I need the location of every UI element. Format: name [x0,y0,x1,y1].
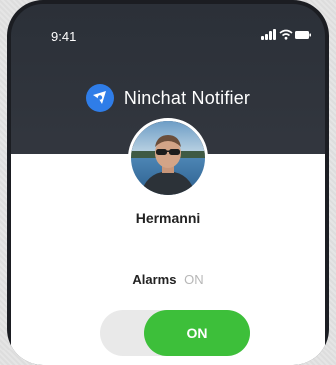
alarms-status: ON [184,272,204,287]
alarms-label: Alarms [132,272,177,287]
signal-icon [273,29,276,40]
signal-icon [265,34,268,40]
battery-icon [295,31,311,39]
signal-icon [269,31,272,40]
profile-name: Hermanni [135,210,201,226]
avatar[interactable] [128,118,208,198]
wifi-icon [279,29,293,40]
status-icons [261,28,311,42]
alarms-toggle[interactable]: ON [100,310,250,356]
app-title: Ninchat Notifier [123,87,251,108]
alarms-toggle-on-label[interactable]: ON [144,310,250,356]
status-time: 9:41 [51,29,77,44]
ninchat-logo-icon [85,84,114,112]
alarms-row: Alarms ON [0,272,336,287]
signal-icon [261,36,264,40]
app-header: Ninchat Notifier [11,82,325,114]
